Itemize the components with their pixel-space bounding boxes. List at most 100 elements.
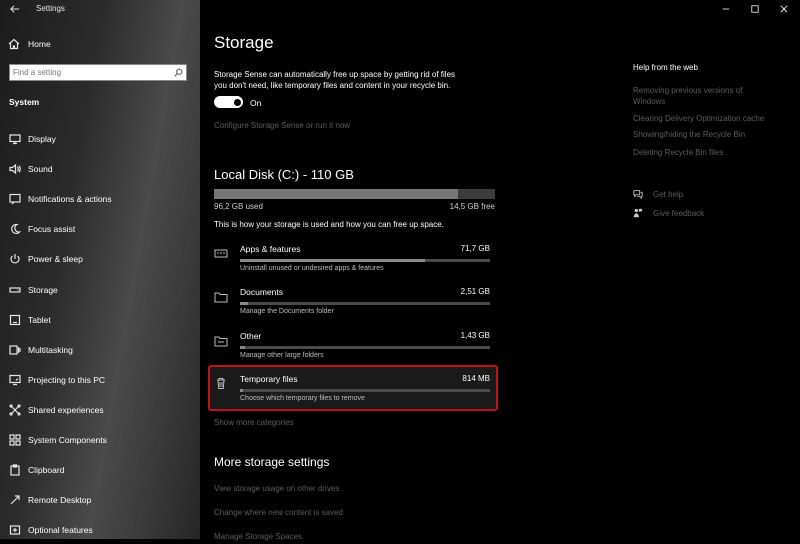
give-feedback-label: Give feedback [653, 208, 705, 218]
maximize-icon [751, 5, 759, 13]
moon-icon [11, 223, 21, 235]
sidebar-item-label: System Components [28, 435, 107, 445]
category-documents[interactable]: Documents 2,51 GB Manage the Documents f… [214, 283, 494, 319]
category-usage-fill [240, 302, 248, 305]
storage-sense-toggle[interactable] [214, 96, 243, 108]
view-storage-other-drives-link[interactable]: View storage usage on other drives [214, 484, 339, 493]
category-size: 2,51 GB [460, 287, 490, 296]
category-other[interactable]: Other 1,43 GB Manage other large folders [214, 327, 494, 363]
configure-storage-sense-link[interactable]: Configure Storage Sense or run it now [214, 121, 350, 130]
toggle-knob [234, 98, 241, 106]
category-size: 71,7 GB [460, 244, 490, 253]
category-usage-bar [240, 346, 490, 349]
documents-icon [214, 292, 228, 303]
help-link-line: Removing previous versions of [633, 86, 743, 95]
category-usage-fill [240, 346, 245, 349]
category-label: Documents [240, 287, 283, 297]
help-link-delivery-optimization[interactable]: Clearing Delivery Optimization cache [633, 114, 764, 123]
help-link-line: Windows [633, 97, 666, 106]
sidebar-item-clipboard[interactable]: Clipboard [0, 456, 200, 484]
help-link-recycle-bin-visibility[interactable]: Showing/hiding the Recycle Bin [633, 130, 745, 139]
close-button[interactable] [770, 0, 798, 18]
sidebar-item-label: Remote Desktop [28, 495, 92, 505]
category-description: Manage the Documents folder [240, 308, 334, 315]
sidebar-item-label: Shared experiences [28, 405, 104, 415]
toggle-label: On [250, 98, 262, 108]
remote-desktop-icon [10, 495, 20, 505]
category-usage-bar [240, 259, 490, 262]
category-usage-fill [240, 259, 425, 262]
optional-features-icon [9, 525, 21, 535]
minimize-button[interactable] [712, 0, 740, 18]
sidebar-item-label: Power & sleep [28, 254, 83, 264]
sidebar-item-tablet[interactable]: Tablet [0, 306, 200, 334]
get-help-link[interactable]: Get help [633, 188, 683, 200]
sidebar-item-notifications[interactable]: Notifications & actions [0, 185, 200, 213]
sidebar-item-label: Projecting to this PC [28, 375, 106, 385]
more-storage-settings-title: More storage settings [214, 455, 330, 469]
help-link-deleting-recycle-bin[interactable]: Deleting Recycle Bin files [633, 148, 723, 157]
sidebar-item-power-sleep[interactable]: Power & sleep [0, 245, 200, 273]
storage-icon [9, 287, 21, 293]
search-icon [174, 68, 183, 77]
trash-icon [217, 378, 225, 389]
sidebar-item-system-components[interactable]: System Components [0, 426, 200, 454]
show-more-categories-link[interactable]: Show more categories [214, 418, 294, 427]
components-icon [9, 434, 21, 446]
storage-sense-description-line: Storage Sense can automatically free up … [214, 70, 456, 79]
section-title: System [9, 97, 40, 107]
category-usage-fill [240, 389, 243, 392]
change-save-location-link[interactable]: Change where new content is saved [214, 508, 343, 517]
sidebar-item-label: Storage [28, 285, 58, 295]
sidebar-item-remote-desktop[interactable]: Remote Desktop [0, 486, 200, 514]
storage-sense-description-line: you don't need, like temporary files and… [214, 81, 451, 90]
disk-usage-bar [214, 189, 495, 199]
category-description: Uninstall unused or undesired apps & fea… [240, 265, 384, 272]
category-label: Other [240, 331, 262, 341]
help-link-removing-previous-versions[interactable]: Removing previous versions of Windows [633, 85, 742, 107]
minimize-icon [722, 8, 730, 10]
sidebar-item-projecting[interactable]: Projecting to this PC [0, 366, 200, 394]
get-help-label: Get help [653, 189, 684, 199]
multitasking-icon [9, 345, 21, 355]
search-box[interactable] [9, 64, 187, 81]
close-icon [780, 5, 788, 13]
maximize-button[interactable] [741, 0, 769, 18]
manage-storage-spaces-link[interactable]: Manage Storage Spaces [214, 532, 302, 541]
window-title: Settings [36, 4, 65, 13]
category-size: 814 MB [462, 374, 490, 383]
sidebar-item-shared-experiences[interactable]: Shared experiences [0, 396, 200, 424]
page-title: Storage [214, 33, 274, 52]
other-icon [214, 336, 228, 347]
sidebar-item-multitasking[interactable]: Multitasking [0, 336, 200, 364]
give-feedback-link[interactable]: Give feedback [633, 207, 704, 219]
disk-title: Local Disk (C:) - 110 GB [214, 167, 354, 182]
category-apps-features[interactable]: Apps & features 71,7 GB Uninstall unused… [214, 240, 494, 276]
sidebar-item-optional-features[interactable]: Optional features [0, 516, 200, 544]
back-arrow-icon [10, 5, 20, 13]
category-usage-bar [240, 389, 490, 392]
sidebar-item-storage[interactable]: Storage [0, 276, 200, 304]
category-description: Choose which temporary files to remove [240, 395, 365, 402]
projecting-icon [9, 374, 21, 386]
sidebar-item-label: Optional features [28, 525, 93, 535]
category-size: 1,43 GB [460, 331, 490, 340]
sidebar-item-label: Clipboard [28, 465, 65, 475]
sidebar-item-focus-assist[interactable]: Focus assist [0, 215, 200, 243]
apps-icon [214, 249, 228, 258]
category-description: Manage other large folders [240, 352, 324, 359]
usage-intro: This is how your storage is used and how… [214, 220, 444, 229]
speaker-icon [9, 163, 21, 175]
home-link[interactable]: Home [0, 34, 200, 54]
category-temporary-files[interactable]: Temporary files 814 MB Choose which temp… [214, 370, 494, 406]
back-button[interactable] [6, 2, 24, 16]
sidebar-item-display[interactable]: Display [0, 125, 200, 153]
disk-usage-fill [214, 189, 459, 199]
search-input[interactable] [13, 66, 163, 79]
feedback-icon [633, 208, 643, 218]
sidebar-item-sound[interactable]: Sound [0, 155, 200, 183]
sidebar: Settings Home System Display Sound Notif… [0, 0, 200, 539]
home-label: Home [28, 39, 51, 49]
category-usage-bar [240, 302, 490, 305]
sidebar-item-label: Multitasking [28, 345, 73, 355]
